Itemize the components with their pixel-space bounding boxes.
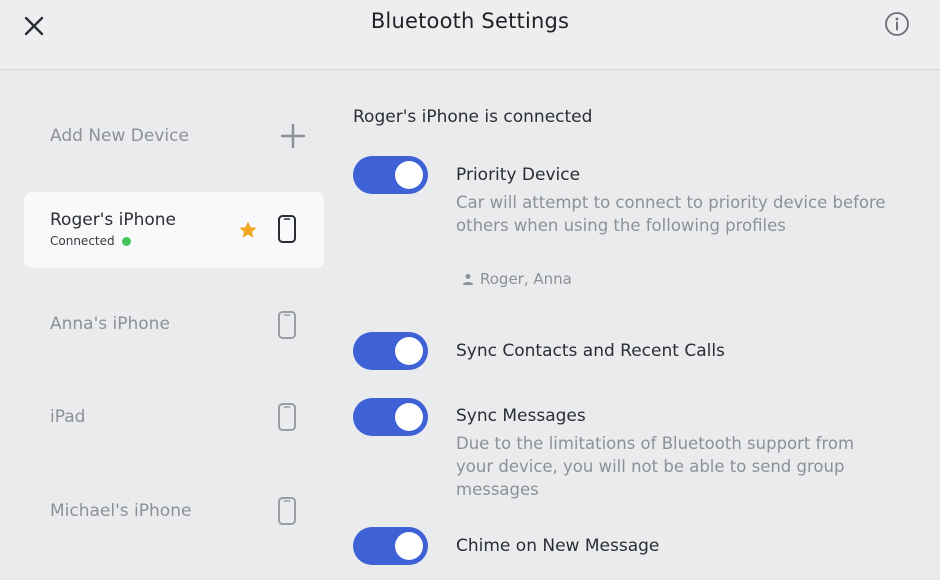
- toggle-knob: [395, 532, 423, 560]
- add-new-device-button[interactable]: Add New Device: [50, 116, 306, 156]
- phone-icon: [277, 310, 297, 344]
- phone-icon: [277, 402, 297, 436]
- phone-icon: [277, 496, 297, 530]
- sync-messages-title: Sync Messages: [456, 406, 586, 426]
- device-status-text: Connected: [50, 234, 115, 248]
- priority-device-title: Priority Device: [456, 165, 581, 185]
- toggle-knob: [395, 337, 423, 365]
- sync-contacts-title: Sync Contacts and Recent Calls: [456, 341, 725, 361]
- page-title: Bluetooth Settings: [370, 9, 570, 33]
- add-new-device-label: Add New Device: [50, 126, 189, 146]
- sync-messages-description: Due to the limitations of Bluetooth supp…: [456, 434, 855, 499]
- toggle-knob: [395, 161, 423, 189]
- toggle-knob: [395, 403, 423, 431]
- priority-users: Roger, Anna: [462, 270, 572, 288]
- device-item-ipad[interactable]: iPad: [24, 380, 324, 456]
- phone-icon: [277, 214, 297, 248]
- header-bar: Bluetooth Settings: [0, 0, 940, 70]
- info-icon: [885, 12, 909, 36]
- info-button[interactable]: [883, 10, 911, 38]
- connected-device-heading: Roger's iPhone is connected: [353, 107, 593, 127]
- sync-messages-toggle[interactable]: [353, 398, 428, 436]
- priority-device-toggle[interactable]: [353, 156, 428, 194]
- person-icon: [463, 274, 473, 285]
- priority-device-description: Car will attempt to connect to priority …: [456, 193, 886, 235]
- device-name: iPad: [50, 407, 86, 427]
- priority-star-icon[interactable]: [238, 220, 258, 244]
- device-item-annas-iphone[interactable]: Anna's iPhone: [24, 286, 324, 362]
- connected-dot-icon: [121, 236, 131, 246]
- device-status: Connected: [50, 234, 131, 248]
- device-name: Anna's iPhone: [50, 314, 170, 334]
- chime-new-message-title: Chime on New Message: [456, 536, 660, 556]
- device-item-michaels-iphone[interactable]: Michael's iPhone: [24, 474, 324, 550]
- device-item-rogers-iphone[interactable]: Roger's iPhone Connected: [24, 192, 324, 268]
- plus-icon: [280, 123, 306, 149]
- sync-contacts-toggle[interactable]: [353, 332, 428, 370]
- chime-new-message-toggle[interactable]: [353, 527, 428, 565]
- device-name: Michael's iPhone: [50, 501, 192, 521]
- device-name: Roger's iPhone: [50, 210, 177, 230]
- priority-users-text: Roger, Anna: [480, 270, 572, 288]
